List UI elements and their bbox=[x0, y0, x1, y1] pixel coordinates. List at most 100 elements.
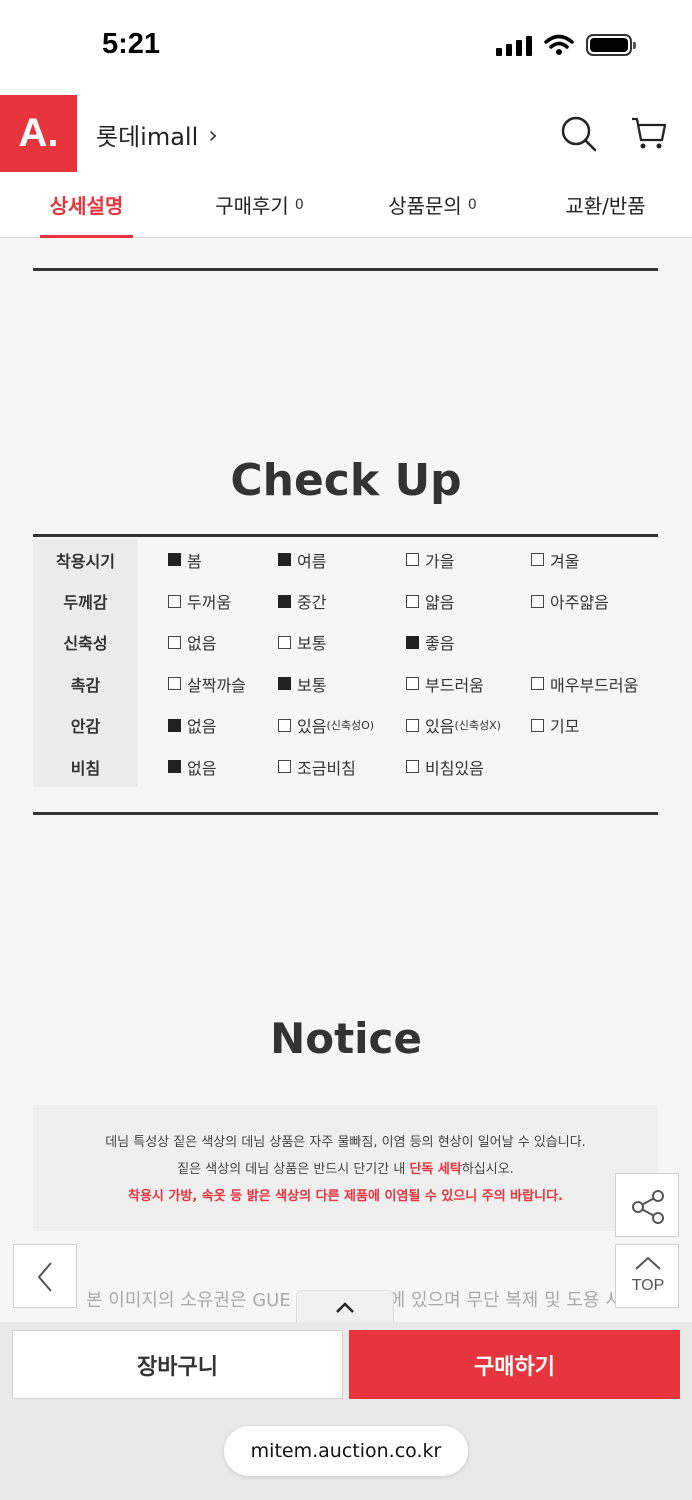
unchecked-box-icon bbox=[406, 594, 419, 608]
bottom-action-bar: 장바구니 구매하기 mitem.auction.co.kr bbox=[0, 1322, 692, 1500]
notice-line: 짙은 색상의 데님 상품은 반드시 단기간 내 단독 세탁하십시오. bbox=[33, 1156, 658, 1183]
checkup-option-label: 없음 bbox=[187, 717, 217, 737]
top-label: TOP bbox=[631, 1277, 665, 1294]
notice-box: 데님 특성상 짙은 색상의 데님 상품은 자주 물빠짐, 이염 등의 현상이 일… bbox=[33, 1105, 658, 1231]
notice-line: 데님 특성상 짙은 색상의 데님 상품은 자주 물빠짐, 이염 등의 현상이 일… bbox=[105, 1135, 586, 1150]
auction-logo[interactable]: A. bbox=[0, 95, 77, 172]
checkup-option: 보통 bbox=[278, 663, 326, 704]
checked-box-icon bbox=[168, 553, 181, 567]
cart-icon[interactable] bbox=[628, 113, 668, 153]
back-button[interactable] bbox=[13, 1244, 77, 1308]
share-button[interactable] bbox=[615, 1173, 679, 1237]
checkup-option: 겨울 bbox=[531, 539, 579, 580]
unchecked-box-icon bbox=[406, 553, 419, 567]
unchecked-box-icon bbox=[168, 677, 181, 691]
checkup-option-label: 살짝까슬 bbox=[187, 675, 246, 695]
notice-title: Notice bbox=[270, 1014, 422, 1063]
tab-count: 0 bbox=[467, 196, 477, 213]
copyright-tail: 에 있으며 무단 복제 및 도용 시 bbox=[388, 1290, 622, 1311]
checkup-row-label: 촉감 bbox=[33, 663, 138, 705]
copyright-head: 본 이미지의 소유권은 GUE bbox=[86, 1290, 291, 1311]
tab-label: 상세설명 bbox=[49, 194, 124, 218]
status-time: 5:21 bbox=[102, 28, 161, 60]
checkup-option: 없음 bbox=[168, 705, 216, 746]
checkup-option-label: 있음 bbox=[297, 717, 327, 737]
notice-text: 짙은 색상의 데님 상품은 반드시 단기간 내 bbox=[177, 1162, 410, 1177]
tab-label: 교환/반품 bbox=[565, 194, 646, 218]
unchecked-box-icon bbox=[278, 760, 291, 774]
mall-link[interactable]: 롯데imall › bbox=[96, 117, 218, 152]
checkup-option: 비침있음 bbox=[406, 746, 484, 787]
unchecked-box-icon bbox=[168, 594, 181, 608]
checkup-option-label: 비침있음 bbox=[425, 758, 484, 778]
checkup-option: 가을 bbox=[406, 539, 454, 580]
chevron-left-icon bbox=[37, 1262, 52, 1292]
chevron-up-icon bbox=[336, 1301, 354, 1313]
checkup-option-note: (신축성X) bbox=[454, 719, 501, 733]
checkup-option: 중간 bbox=[278, 580, 326, 621]
checkup-option: 아주얇음 bbox=[531, 580, 609, 621]
checkup-option: 좋음 bbox=[406, 622, 454, 663]
tab-reviews[interactable]: 구매후기 0 bbox=[173, 172, 346, 237]
checkup-option-label: 가을 bbox=[425, 551, 455, 571]
checkup-option-label: 조금비침 bbox=[297, 758, 356, 778]
unchecked-box-icon bbox=[406, 677, 419, 691]
tab-exchange-return[interactable]: 교환/반품 bbox=[519, 172, 692, 237]
checkup-row: 두께감 두꺼움 중간 얇음 아주얇음 bbox=[33, 580, 658, 622]
tab-description[interactable]: 상세설명 bbox=[0, 172, 173, 238]
status-icons bbox=[496, 34, 636, 56]
checkup-option: 기모 bbox=[531, 705, 579, 746]
unchecked-box-icon bbox=[406, 760, 419, 774]
search-icon[interactable] bbox=[558, 113, 598, 153]
checkup-row: 비침 없음 조금비침 비침있음 bbox=[33, 745, 658, 788]
divider bbox=[33, 812, 658, 815]
checkup-option: 없음 bbox=[168, 746, 216, 787]
checked-box-icon bbox=[278, 677, 291, 691]
product-detail-content: Check Up 착용시기 봄 여름 가을 겨울 두께감 두꺼움 중간 얇음 아주얇음 신축성 없음 보… bbox=[0, 239, 692, 1322]
expand-toolbar-button[interactable] bbox=[296, 1290, 394, 1324]
checkup-option-label: 있음 bbox=[425, 717, 455, 737]
site-header: A. 롯데imall › bbox=[0, 95, 692, 172]
add-to-cart-button[interactable]: 장바구니 bbox=[12, 1330, 343, 1399]
checkup-option-label: 부드러움 bbox=[425, 675, 484, 695]
checkup-option: 있음 (신축성X) bbox=[406, 705, 501, 746]
notice-warning: 착용시 가방, 속옷 등 밝은 색상의 다른 제품에 이염될 수 있으니 주의 … bbox=[128, 1189, 563, 1204]
divider bbox=[33, 534, 658, 537]
share-icon bbox=[632, 1190, 664, 1224]
checkup-option-label: 두꺼움 bbox=[187, 593, 232, 613]
scroll-top-button[interactable]: TOP bbox=[615, 1244, 679, 1308]
checkup-table: 착용시기 봄 여름 가을 겨울 두께감 두꺼움 중간 얇음 아주얇음 신축성 없음 보통 좋음 촉감 살짝까슬… bbox=[33, 539, 658, 788]
checkup-row-label: 두께감 bbox=[33, 580, 138, 622]
checkup-option: 여름 bbox=[278, 539, 326, 580]
notice-text: 하십시오. bbox=[461, 1162, 514, 1177]
checkup-option-label: 봄 bbox=[187, 551, 202, 571]
status-bar: 5:21 bbox=[0, 0, 692, 95]
checkup-option-label: 중간 bbox=[297, 593, 327, 613]
checkup-row: 촉감 살짝까슬 보통 부드러움 매우부드러움 bbox=[33, 663, 658, 705]
checked-box-icon bbox=[278, 553, 291, 567]
checkup-option-label: 매우부드러움 bbox=[550, 675, 639, 695]
checkup-option-label: 보통 bbox=[297, 634, 327, 654]
checkup-title: Check Up bbox=[230, 455, 462, 506]
buy-now-button[interactable]: 구매하기 bbox=[349, 1330, 680, 1399]
checkup-option-label: 아주얇음 bbox=[550, 593, 609, 613]
checked-box-icon bbox=[168, 718, 181, 732]
checkup-option-label: 겨울 bbox=[550, 551, 580, 571]
checkup-option-label: 얇음 bbox=[425, 593, 455, 613]
unchecked-box-icon bbox=[406, 718, 419, 732]
address-bar[interactable]: mitem.auction.co.kr bbox=[224, 1426, 468, 1476]
unchecked-box-icon bbox=[168, 635, 181, 649]
checkup-option: 있음 (신축성O) bbox=[278, 705, 374, 746]
tab-inquiries[interactable]: 상품문의 0 bbox=[346, 172, 519, 237]
mall-name: 롯데imall bbox=[96, 123, 199, 151]
checkup-option: 매우부드러움 bbox=[531, 663, 638, 704]
unchecked-box-icon bbox=[278, 635, 291, 649]
checkup-option: 살짝까슬 bbox=[168, 663, 246, 704]
tab-count: 0 bbox=[294, 196, 304, 213]
checkup-option-label: 없음 bbox=[187, 758, 217, 778]
checkup-option: 부드러움 bbox=[406, 663, 484, 704]
unchecked-box-icon bbox=[531, 553, 544, 567]
checkup-option: 봄 bbox=[168, 539, 202, 580]
checkup-option: 보통 bbox=[278, 622, 326, 663]
checkup-option: 두꺼움 bbox=[168, 580, 231, 621]
